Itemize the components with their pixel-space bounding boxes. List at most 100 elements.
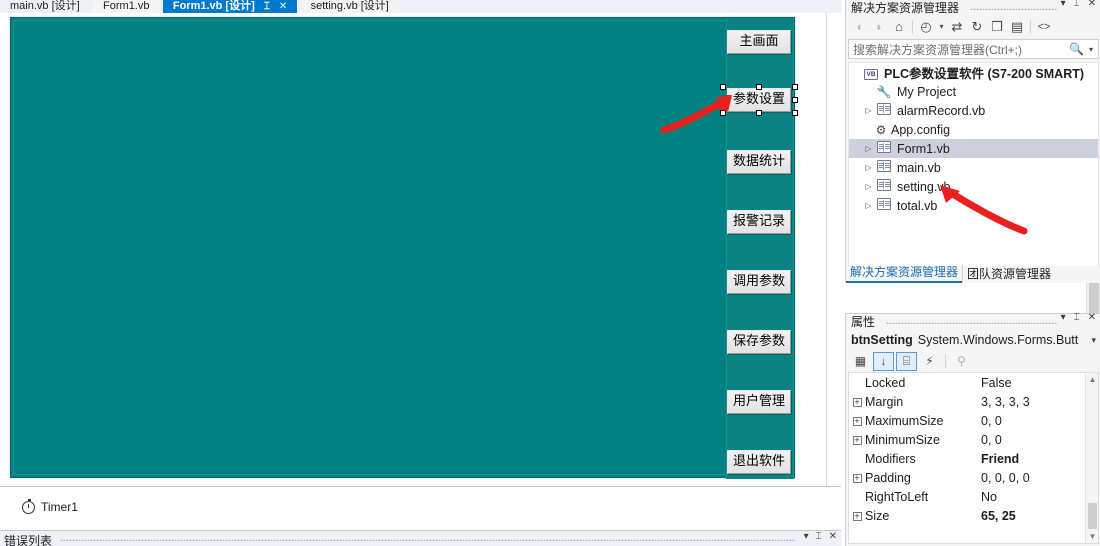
form-button-data-statistics[interactable]: 数据统计 xyxy=(727,150,791,174)
property-row-padding[interactable]: + Padding 0, 0, 0, 0 xyxy=(849,468,1098,487)
property-value[interactable]: 65, 25 xyxy=(977,509,1098,523)
pending-changes-icon[interactable]: ◴ xyxy=(916,17,936,37)
tab-close-icon[interactable]: ✕ xyxy=(279,1,287,12)
tab-pin-icon[interactable]: ⌶ xyxy=(264,1,270,12)
tab-team-explorer[interactable]: 团队资源管理器 xyxy=(962,265,1055,283)
properties-grid[interactable]: Locked False + Margin 3, 3, 3, 3 + Maxim… xyxy=(848,372,1099,544)
form-designer-surface[interactable]: 主画面 参数设置 数据统计 报警记录 调用参数 保存参数 用户管理 退出软件 xyxy=(0,13,827,486)
scrollbar-thumb[interactable] xyxy=(1088,503,1097,529)
search-input[interactable]: 搜索解决方案资源管理器(Ctrl+;) xyxy=(849,41,1064,58)
property-row-maximumsize[interactable]: + MaximumSize 0, 0 xyxy=(849,411,1098,430)
close-icon[interactable]: ✕ xyxy=(1088,0,1096,9)
resize-handle-middle-right[interactable] xyxy=(792,97,798,103)
form-button-parameter-settings-selection[interactable]: 参数设置 xyxy=(720,84,798,116)
tree-node-alarmrecord-vb[interactable]: ▷ alarmRecord.vb xyxy=(849,101,1098,120)
scroll-up-arrow-icon[interactable]: ▲ xyxy=(1086,373,1098,386)
property-row-minimumsize[interactable]: + MinimumSize 0, 0 xyxy=(849,430,1098,449)
property-row-modifiers[interactable]: Modifiers Friend xyxy=(849,449,1098,468)
tree-expander[interactable]: ▷ xyxy=(862,163,875,172)
show-all-files-icon[interactable]: <> xyxy=(1034,17,1054,37)
properties-icon[interactable]: ▤ xyxy=(1007,17,1027,37)
chevron-down-icon[interactable]: ▾ xyxy=(1091,335,1096,346)
events-icon[interactable]: ⚡ xyxy=(919,352,940,371)
scroll-down-arrow-icon[interactable]: ▼ xyxy=(1086,530,1098,543)
solution-explorer-tree[interactable]: VB PLC参数设置软件 (S7-200 SMART) 🔧 My Project… xyxy=(848,62,1099,277)
search-dropdown-icon[interactable]: ▾ xyxy=(1089,45,1098,54)
pin-icon[interactable]: ⌶ xyxy=(1074,0,1080,9)
tree-expander[interactable]: ▷ xyxy=(862,144,875,153)
property-expander[interactable]: + xyxy=(849,435,865,445)
collapse-all-icon[interactable]: ❒ xyxy=(987,17,1007,37)
solution-explorer-bottom-tabs[interactable]: 解决方案资源管理器 团队资源管理器 xyxy=(846,263,1100,283)
tree-node-my-project[interactable]: 🔧 My Project xyxy=(849,82,1098,101)
chevron-down-icon[interactable]: ▾ xyxy=(804,531,809,542)
chevron-down-icon[interactable]: ▾ xyxy=(1061,312,1066,323)
tree-expander[interactable]: ▷ xyxy=(862,182,875,191)
resize-handle-bottom-center[interactable] xyxy=(756,110,762,116)
form-button-user-management[interactable]: 用户管理 xyxy=(727,390,791,414)
close-icon[interactable]: ✕ xyxy=(829,531,837,542)
tree-node-setting-vb[interactable]: ▷ setting.vb xyxy=(849,177,1098,196)
tree-expander[interactable]: ▷ xyxy=(862,201,875,210)
properties-object-selector[interactable]: btnSetting System.Windows.Forms.Butt ▾ xyxy=(846,330,1100,350)
categorized-icon[interactable]: ▦ xyxy=(850,352,871,371)
property-value[interactable]: 3, 3, 3, 3 xyxy=(977,395,1098,409)
solution-explorer-header-controls[interactable]: ▾ ⌶ ✕ xyxy=(1061,0,1096,9)
editor-tab-form1-vb-design[interactable]: Form1.vb [设计] ⌶ ✕ xyxy=(162,0,298,13)
solution-explorer-toolbar[interactable]: ◖ ◗ ⌂ ◴ ▾ ⇄ ↻ ❒ ▤ <> xyxy=(846,15,1100,38)
editor-tab-setting-vb-design[interactable]: setting.vb [设计] xyxy=(300,0,399,13)
property-pages-icon[interactable]: ⚲ xyxy=(951,352,972,371)
property-value[interactable]: False xyxy=(977,376,1098,390)
pin-icon[interactable]: ⌶ xyxy=(816,531,822,542)
property-expander[interactable]: + xyxy=(849,397,865,407)
property-expander[interactable]: + xyxy=(849,473,865,483)
solution-explorer-search-box[interactable]: 搜索解决方案资源管理器(Ctrl+;) 🔍 ▾ xyxy=(848,39,1099,59)
close-icon[interactable]: ✕ xyxy=(1088,312,1096,323)
editor-tabstrip[interactable]: main.vb [设计] Form1.vb Form1.vb [设计] ⌶ ✕ … xyxy=(0,0,841,13)
property-row-righttoleft[interactable]: RightToLeft No xyxy=(849,487,1098,506)
properties-toolbar[interactable]: ▦ ↓ ⌸ ⚡ ⚲ xyxy=(846,350,1100,372)
form-button-alarm-record[interactable]: 报警记录 xyxy=(727,210,791,234)
property-value[interactable]: 0, 0 xyxy=(977,433,1098,447)
tree-node-main-vb[interactable]: ▷ main.vb xyxy=(849,158,1098,177)
properties-header-controls[interactable]: ▾ ⌶ ✕ xyxy=(1061,312,1096,323)
properties-header[interactable]: 属性 ▾ ⌶ ✕ xyxy=(846,312,1100,329)
error-list-header-controls[interactable]: ▾ ⌶ ✕ xyxy=(804,531,837,542)
forward-icon[interactable]: ◗ xyxy=(869,17,889,37)
tree-node-app-config[interactable]: ⚙ App.config xyxy=(849,120,1098,139)
form-button-save-parameters[interactable]: 保存参数 xyxy=(727,330,791,354)
resize-handle-middle-left[interactable] xyxy=(720,97,726,103)
resize-handle-bottom-left[interactable] xyxy=(720,110,726,116)
tree-node-project-root[interactable]: VB PLC参数设置软件 (S7-200 SMART) xyxy=(849,63,1098,82)
home-icon[interactable]: ⌂ xyxy=(889,17,909,37)
sync-with-active-document-icon[interactable]: ⇄ xyxy=(947,17,967,37)
property-value[interactable]: Friend xyxy=(977,452,1098,466)
tree-expander[interactable]: ▷ xyxy=(862,106,875,115)
property-row-margin[interactable]: + Margin 3, 3, 3, 3 xyxy=(849,392,1098,411)
form-button-exit-software[interactable]: 退出软件 xyxy=(727,450,791,474)
editor-tab-main-vb-design[interactable]: main.vb [设计] xyxy=(0,0,90,13)
form-button-parameter-settings[interactable]: 参数设置 xyxy=(727,88,791,112)
property-row-size[interactable]: + Size 65, 25 xyxy=(849,506,1098,525)
form-button-load-parameters[interactable]: 调用参数 xyxy=(727,270,791,294)
tab-solution-explorer[interactable]: 解决方案资源管理器 xyxy=(846,263,963,283)
tree-node-form1-vb[interactable]: ▷ Form1.vb xyxy=(849,139,1098,158)
pin-icon[interactable]: ⌶ xyxy=(1074,312,1080,323)
property-value[interactable]: 0, 0, 0, 0 xyxy=(977,471,1098,485)
resize-handle-top-center[interactable] xyxy=(756,84,762,90)
form-button-main-screen[interactable]: 主画面 xyxy=(727,30,791,54)
property-value[interactable]: 0, 0 xyxy=(977,414,1098,428)
editor-tab-form1-vb[interactable]: Form1.vb xyxy=(93,0,160,13)
property-row-locked[interactable]: Locked False xyxy=(849,373,1098,392)
property-expander[interactable]: + xyxy=(849,511,865,521)
error-list-panel-header[interactable]: 错误列表 ▾ ⌶ ✕ xyxy=(0,530,841,546)
property-value[interactable]: No xyxy=(977,490,1098,504)
properties-grid-scrollbar[interactable]: ▲ ▼ xyxy=(1085,373,1098,543)
form1-design-window[interactable]: 主画面 参数设置 数据统计 报警记录 调用参数 保存参数 用户管理 退出软件 xyxy=(10,17,798,479)
resize-handle-bottom-right[interactable] xyxy=(792,110,798,116)
pending-changes-dropdown-icon[interactable]: ▾ xyxy=(936,17,947,37)
solution-explorer-header[interactable]: 解决方案资源管理器 ▾ ⌶ ✕ xyxy=(846,0,1100,15)
refresh-icon[interactable]: ↻ xyxy=(967,17,987,37)
component-tray-item-timer1[interactable]: Timer1 xyxy=(22,498,78,514)
resize-handle-top-right[interactable] xyxy=(792,84,798,90)
